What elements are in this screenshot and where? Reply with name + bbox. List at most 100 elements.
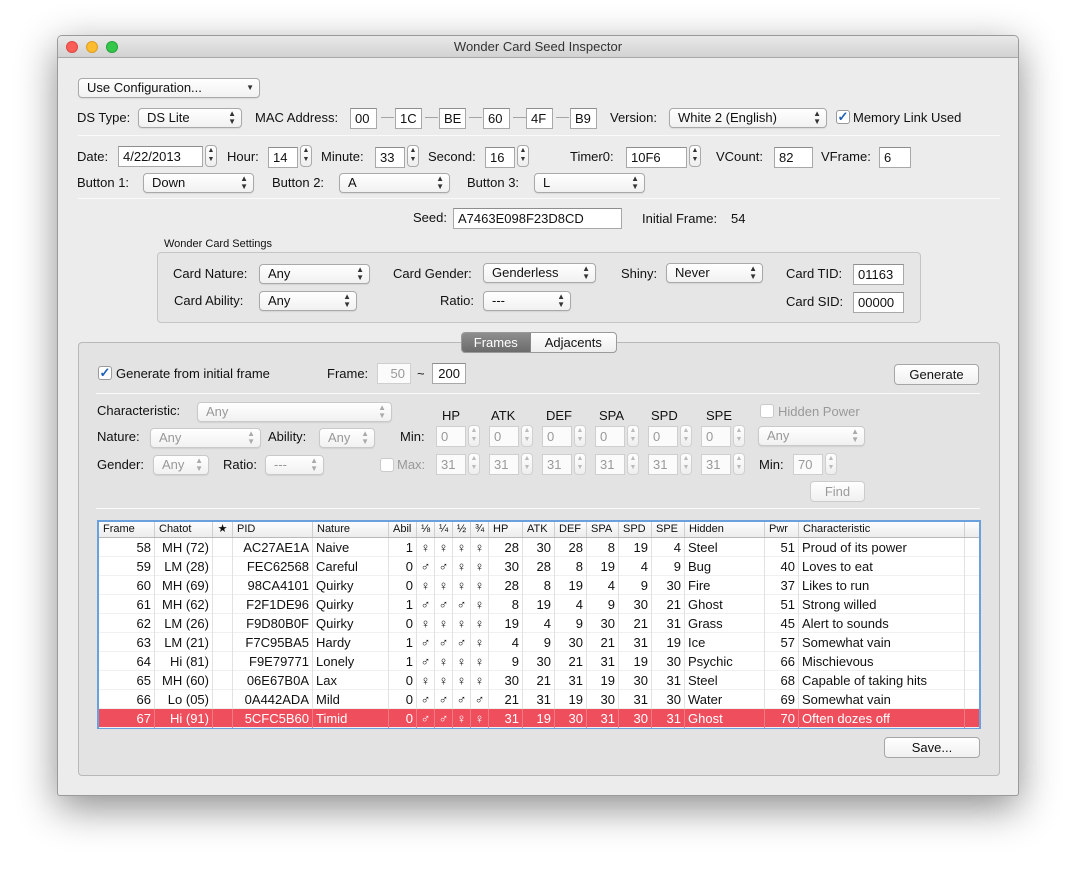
table-row[interactable]: 58 MH (72) AC27AE1A Naive 1 ♀ ♀ ♀ ♀ 28 30 28 8 19 4 Ste…: [99, 538, 979, 557]
atk-max-field[interactable]: 31: [489, 454, 519, 475]
def-min-field[interactable]: 0: [542, 426, 572, 447]
column-header-spd[interactable]: SPD: [619, 522, 652, 537]
column-header-chatot[interactable]: Chatot: [155, 522, 213, 537]
button3-popup[interactable]: L ▲ ▼: [534, 173, 645, 193]
column-header-hp[interactable]: HP: [489, 522, 523, 537]
timer0-stepper[interactable]: ▲ ▼: [689, 145, 701, 167]
ability-filter-popup[interactable]: Any ▲ ▼: [319, 428, 375, 448]
frame-from-field[interactable]: 50: [377, 363, 411, 384]
spa-max-stepper[interactable]: ▲ ▼: [627, 453, 639, 475]
atk-max-stepper[interactable]: ▲ ▼: [521, 453, 533, 475]
spd-max-stepper[interactable]: ▲ ▼: [680, 453, 692, 475]
vcount-field[interactable]: 82: [774, 147, 813, 168]
spe-min-stepper[interactable]: ▲ ▼: [733, 425, 745, 447]
ratio-filter-popup[interactable]: --- ▲ ▼: [265, 455, 324, 475]
spe-min-field[interactable]: 0: [701, 426, 731, 447]
column-header-spa[interactable]: SPA: [587, 522, 619, 537]
results-table[interactable]: Frame Chatot ★ PID Nature Abil ⅛ ¼ ½ ¾ HP ATK DEF SPA…: [97, 520, 981, 729]
minimize-window-button[interactable]: [86, 41, 98, 53]
def-min-stepper[interactable]: ▲ ▼: [574, 425, 586, 447]
vframe-field[interactable]: 6: [879, 147, 911, 168]
button2-popup[interactable]: A ▲ ▼: [339, 173, 450, 193]
column-header-frame[interactable]: Frame: [99, 522, 155, 537]
hidden-power-type-popup[interactable]: Any ▲ ▼: [758, 426, 865, 446]
spa-min-field[interactable]: 0: [595, 426, 625, 447]
def-max-stepper[interactable]: ▲ ▼: [574, 453, 586, 475]
max-checkbox[interactable]: [380, 458, 394, 472]
find-button[interactable]: Find: [810, 481, 865, 502]
spd-min-stepper[interactable]: ▲ ▼: [680, 425, 692, 447]
frame-to-field[interactable]: 200: [432, 363, 466, 384]
def-max-field[interactable]: 31: [542, 454, 572, 475]
ds-type-popup[interactable]: DS Lite ▲ ▼: [138, 108, 242, 128]
column-header-nature[interactable]: Nature: [313, 522, 389, 537]
hp-max-field[interactable]: 31: [436, 454, 466, 475]
column-header-pid[interactable]: PID: [233, 522, 313, 537]
gender-filter-popup[interactable]: Any ▲ ▼: [153, 455, 209, 475]
table-row[interactable]: 67 Hi (91) 5CFC5B60 Timid 0 ♂ ♂ ♀ ♀ 31 19 30 31 30 31 G…: [99, 709, 979, 728]
hp-power-min-field[interactable]: 70: [793, 454, 823, 475]
minute-field[interactable]: 33: [375, 147, 405, 168]
atk-min-field[interactable]: 0: [489, 426, 519, 447]
close-window-button[interactable]: [66, 41, 78, 53]
column-header-gender-half[interactable]: ½: [453, 522, 471, 537]
card-sid-field[interactable]: 00000: [853, 292, 904, 313]
mac-octet-4-field[interactable]: 60: [483, 108, 510, 129]
spe-max-field[interactable]: 31: [701, 454, 731, 475]
use-configuration-popup[interactable]: Use Configuration... ▼: [78, 78, 260, 98]
hour-stepper[interactable]: ▲ ▼: [300, 145, 312, 167]
spa-max-field[interactable]: 31: [595, 454, 625, 475]
table-row[interactable]: 60 MH (69) 98CA4101 Quirky 0 ♀ ♀ ♀ ♀ 28 8 19 4 9 30 Fir…: [99, 576, 979, 595]
column-header-gender-threequarter[interactable]: ¾: [471, 522, 489, 537]
seed-field[interactable]: A7463E098F23D8CD: [453, 208, 622, 229]
table-row[interactable]: 64 Hi (81) F9E79771 Lonely 1 ♂ ♀ ♀ ♀ 9 30 21 31 19 30 P…: [99, 652, 979, 671]
generate-from-initial-checkbox[interactable]: ✓: [98, 366, 112, 380]
version-popup[interactable]: White 2 (English) ▲ ▼: [669, 108, 827, 128]
nature-filter-popup[interactable]: Any ▲ ▼: [150, 428, 261, 448]
hp-min-field[interactable]: 0: [436, 426, 466, 447]
characteristic-popup[interactable]: Any ▲ ▼: [197, 402, 392, 422]
column-header-shiny[interactable]: ★: [213, 522, 233, 537]
mac-octet-5-field[interactable]: 4F: [526, 108, 553, 129]
column-header-spe[interactable]: SPE: [652, 522, 685, 537]
date-field[interactable]: 4/22/2013: [118, 146, 203, 167]
column-header-power[interactable]: Pwr: [765, 522, 799, 537]
memory-link-checkbox[interactable]: ✓: [836, 110, 850, 124]
save-button[interactable]: Save...: [884, 737, 980, 758]
mac-octet-1-field[interactable]: 00: [350, 108, 377, 129]
table-row[interactable]: 61 MH (62) F2F1DE96 Quirky 1 ♂ ♂ ♂ ♀ 8 19 4 9 30 21 Gho…: [99, 595, 979, 614]
card-ability-popup[interactable]: Any ▲ ▼: [259, 291, 357, 311]
zoom-window-button[interactable]: [106, 41, 118, 53]
atk-min-stepper[interactable]: ▲ ▼: [521, 425, 533, 447]
spe-max-stepper[interactable]: ▲ ▼: [733, 453, 745, 475]
hour-field[interactable]: 14: [268, 147, 298, 168]
button1-popup[interactable]: Down ▲ ▼: [143, 173, 254, 193]
column-header-characteristic[interactable]: Characteristic: [799, 522, 965, 537]
column-header-def[interactable]: DEF: [555, 522, 587, 537]
mac-octet-3-field[interactable]: BE: [439, 108, 466, 129]
second-field[interactable]: 16: [485, 147, 515, 168]
timer0-field[interactable]: 10F6: [626, 147, 687, 168]
column-header-gender-eighth[interactable]: ⅛: [417, 522, 435, 537]
minute-stepper[interactable]: ▲ ▼: [407, 145, 419, 167]
ratio-popup[interactable]: --- ▲ ▼: [483, 291, 571, 311]
tab-frames[interactable]: Frames: [462, 333, 531, 352]
second-stepper[interactable]: ▲ ▼: [517, 145, 529, 167]
card-nature-popup[interactable]: Any ▲ ▼: [259, 264, 370, 284]
column-header-ability[interactable]: Abil: [389, 522, 417, 537]
shiny-popup[interactable]: Never ▲ ▼: [666, 263, 763, 283]
tab-adjacents[interactable]: Adjacents: [531, 333, 616, 352]
table-row[interactable]: 65 MH (60) 06E67B0A Lax 0 ♀ ♀ ♀ ♀ 30 21 31 19 30 31 Ste…: [99, 671, 979, 690]
table-row[interactable]: 66 Lo (05) 0A442ADA Mild 0 ♂ ♂ ♂ ♂ 21 31 19 30 31 30 Wa…: [99, 690, 979, 709]
column-header-atk[interactable]: ATK: [523, 522, 555, 537]
spa-min-stepper[interactable]: ▲ ▼: [627, 425, 639, 447]
table-row[interactable]: 62 LM (26) F9D80B0F Quirky 0 ♀ ♀ ♀ ♀ 19 4 9 30 21 31 Gr…: [99, 614, 979, 633]
hidden-power-checkbox[interactable]: [760, 404, 774, 418]
spd-max-field[interactable]: 31: [648, 454, 678, 475]
hp-min-stepper[interactable]: ▲ ▼: [468, 425, 480, 447]
hp-power-min-stepper[interactable]: ▲ ▼: [825, 453, 837, 475]
table-row[interactable]: 63 LM (21) F7C95BA5 Hardy 1 ♂ ♂ ♂ ♀ 4 9 30 21 31 19 Ice…: [99, 633, 979, 652]
hp-max-stepper[interactable]: ▲ ▼: [468, 453, 480, 475]
column-header-gender-quarter[interactable]: ¼: [435, 522, 453, 537]
generate-button[interactable]: Generate: [894, 364, 979, 385]
